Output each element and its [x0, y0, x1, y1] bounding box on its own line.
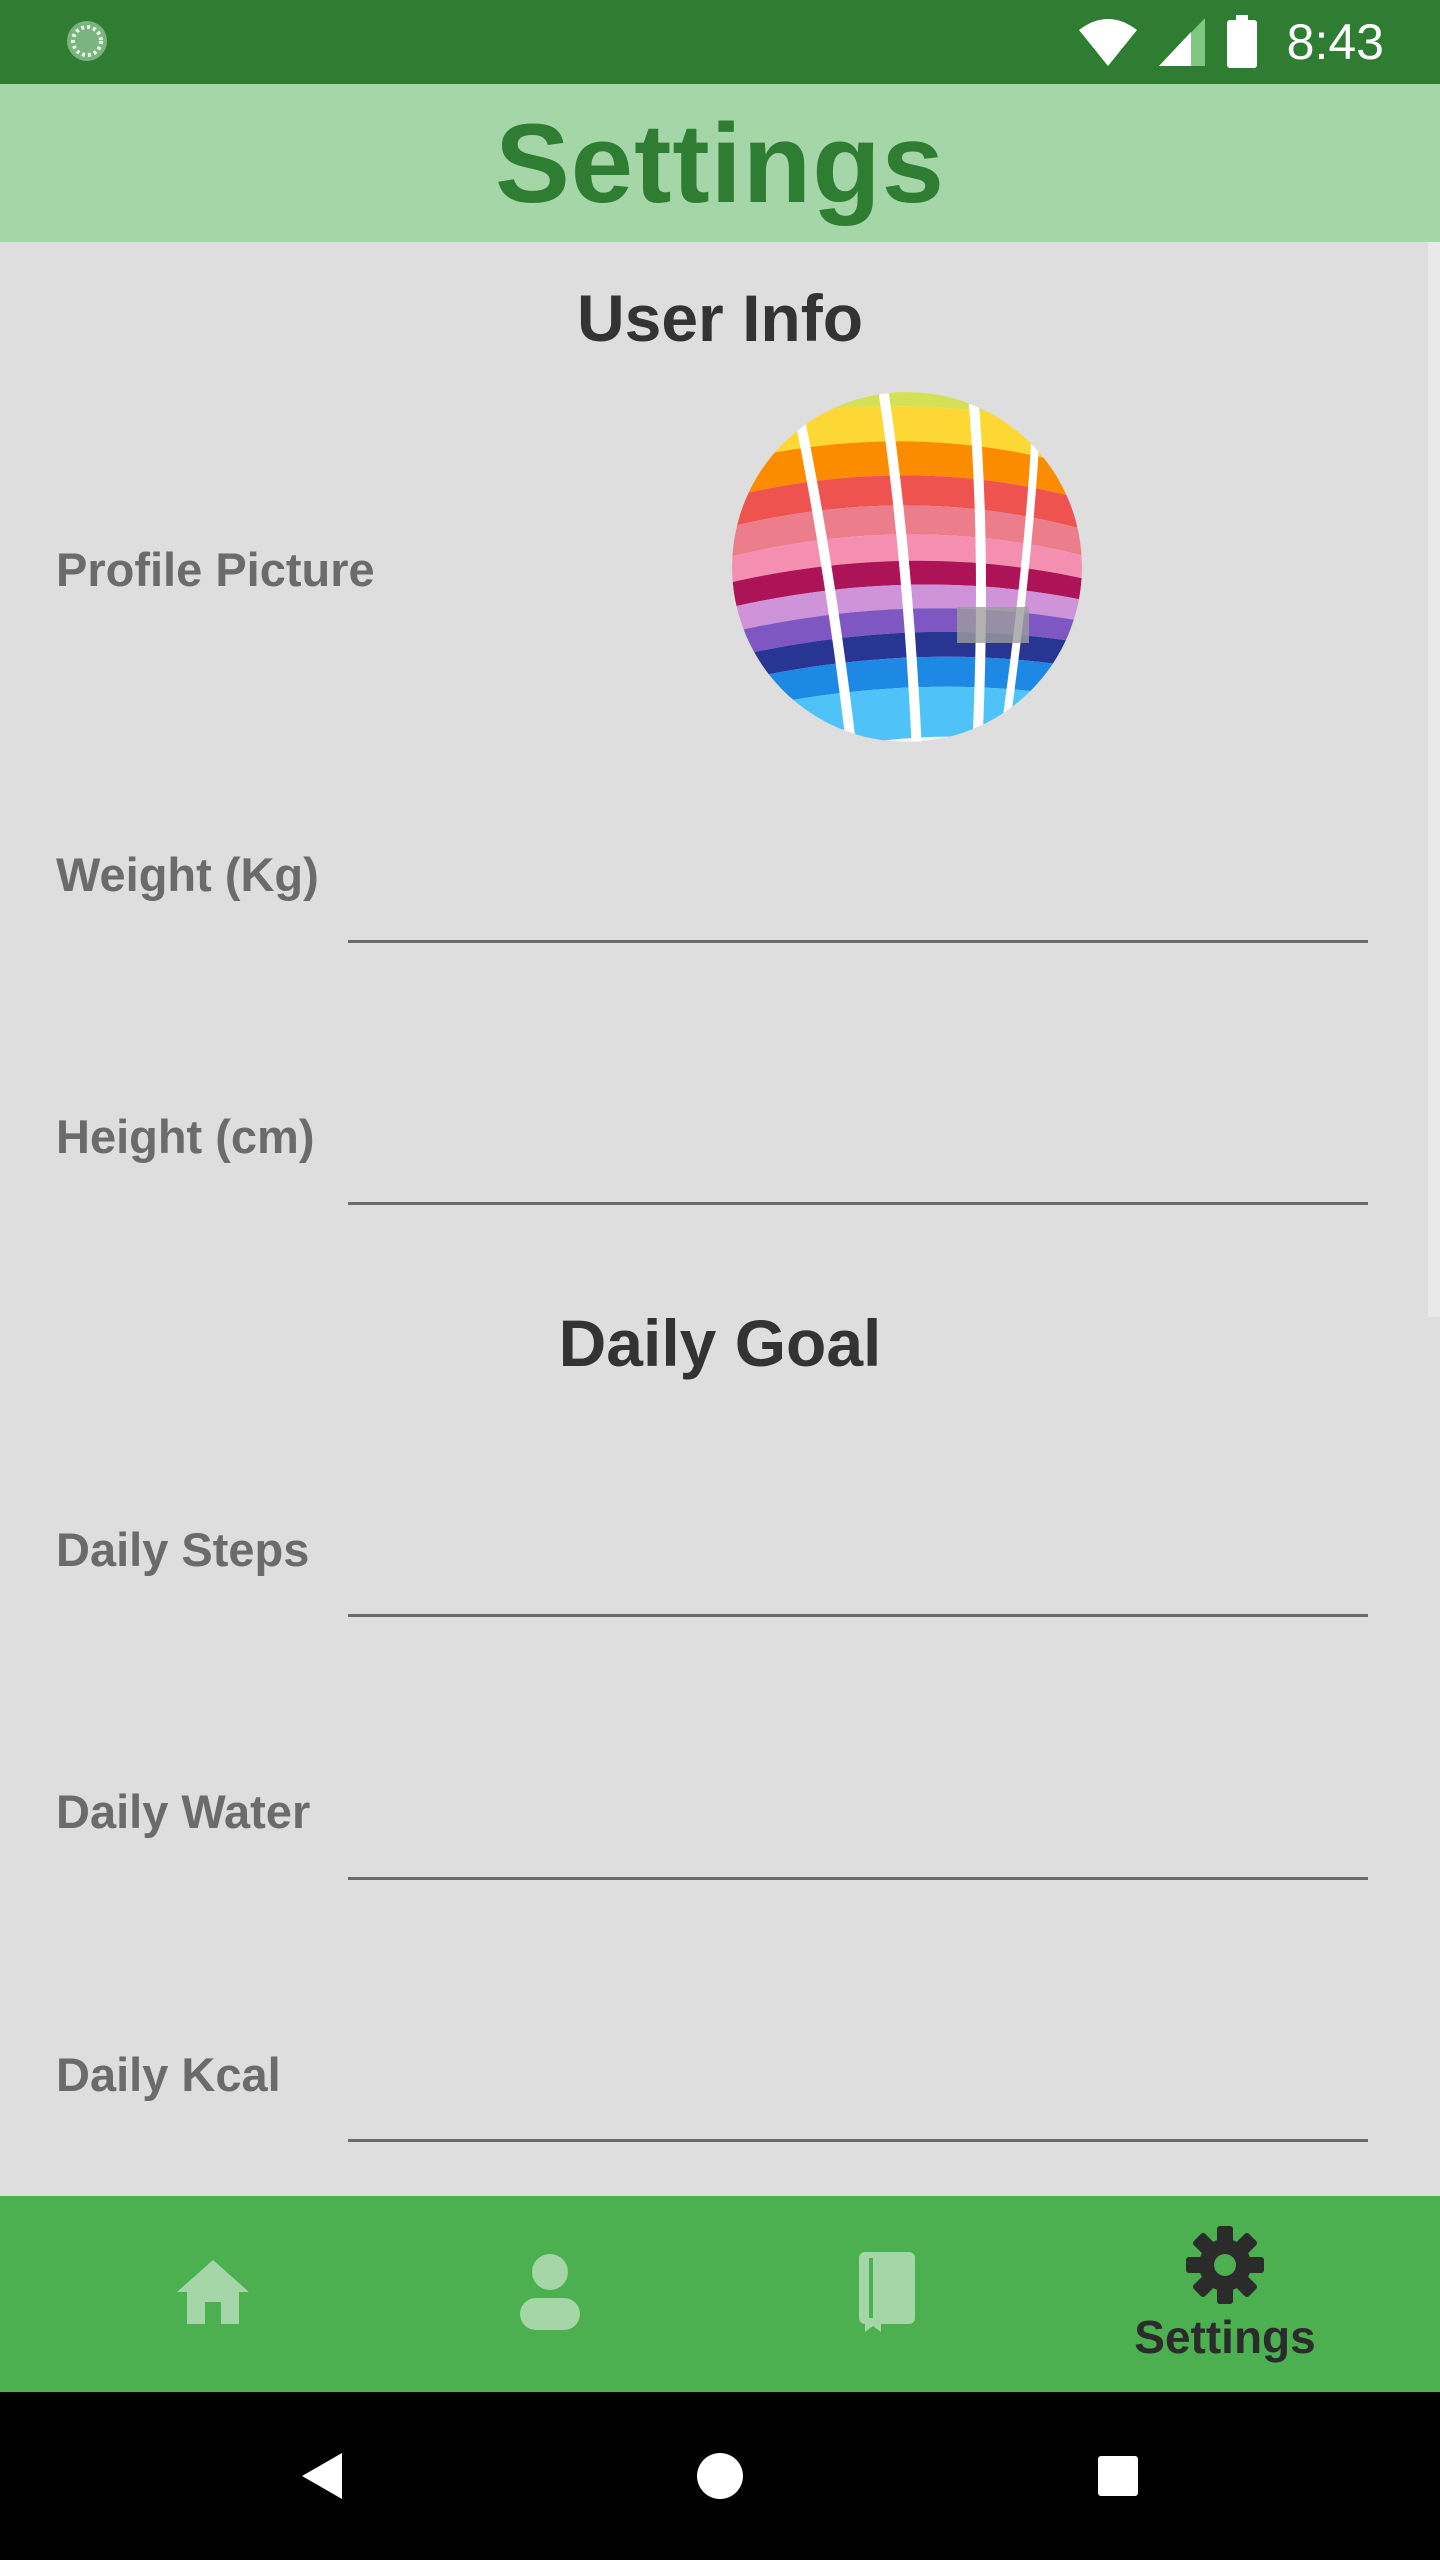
height-label: Height (cm) — [56, 1110, 315, 1163]
gear-icon — [1186, 2226, 1264, 2304]
home-icon — [177, 2260, 249, 2324]
cell-signal-icon — [1158, 18, 1205, 66]
status-bar: 8:43 — [0, 0, 1440, 84]
battery-icon — [1226, 15, 1257, 68]
daily-kcal-label: Daily Kcal — [56, 2048, 281, 2101]
bottom-navigation: Settings — [0, 2196, 1440, 2392]
scrollbar[interactable] — [1428, 242, 1440, 1317]
recents-icon — [1098, 2456, 1138, 2496]
nav-settings-label: Settings — [1134, 2311, 1316, 2363]
profile-picture[interactable] — [732, 392, 1082, 742]
loading-icon — [67, 21, 107, 61]
back-button[interactable] — [262, 2392, 382, 2560]
system-navigation-bar — [0, 2392, 1440, 2560]
weight-label: Weight (Kg) — [56, 848, 319, 901]
user-info-section-title: User Info — [576, 281, 864, 355]
daily-steps-label: Daily Steps — [56, 1523, 310, 1576]
nav-journal[interactable] — [707, 2196, 1067, 2392]
profile-picture-label: Profile Picture — [56, 543, 375, 596]
title-bar: Settings — [0, 84, 1440, 242]
height-input[interactable] — [348, 1132, 1368, 1205]
page-title: Settings — [495, 100, 945, 226]
settings-content[interactable]: User Info Profile Picture Weight (Kg) He… — [0, 242, 1440, 2196]
daily-water-input[interactable] — [348, 1807, 1368, 1880]
wifi-icon — [1078, 19, 1137, 66]
weight-input[interactable] — [348, 870, 1368, 943]
back-icon — [302, 2453, 342, 2499]
status-time: 8:43 — [1286, 14, 1384, 70]
recents-button[interactable] — [1058, 2392, 1178, 2560]
status-icons: 8:43 — [1077, 0, 1384, 84]
nav-settings[interactable]: Settings — [1045, 2196, 1405, 2392]
daily-water-label: Daily Water — [56, 1785, 311, 1838]
nav-home[interactable] — [33, 2196, 393, 2392]
home-button[interactable] — [660, 2392, 780, 2560]
daily-steps-input[interactable] — [348, 1544, 1368, 1617]
profile-image — [732, 392, 1082, 742]
daily-goal-section-title: Daily Goal — [558, 1306, 882, 1380]
daily-kcal-input[interactable] — [348, 2069, 1368, 2142]
person-icon — [520, 2254, 580, 2330]
home-circle-icon — [697, 2453, 743, 2499]
nav-profile[interactable] — [370, 2196, 730, 2392]
book-icon — [859, 2252, 915, 2332]
